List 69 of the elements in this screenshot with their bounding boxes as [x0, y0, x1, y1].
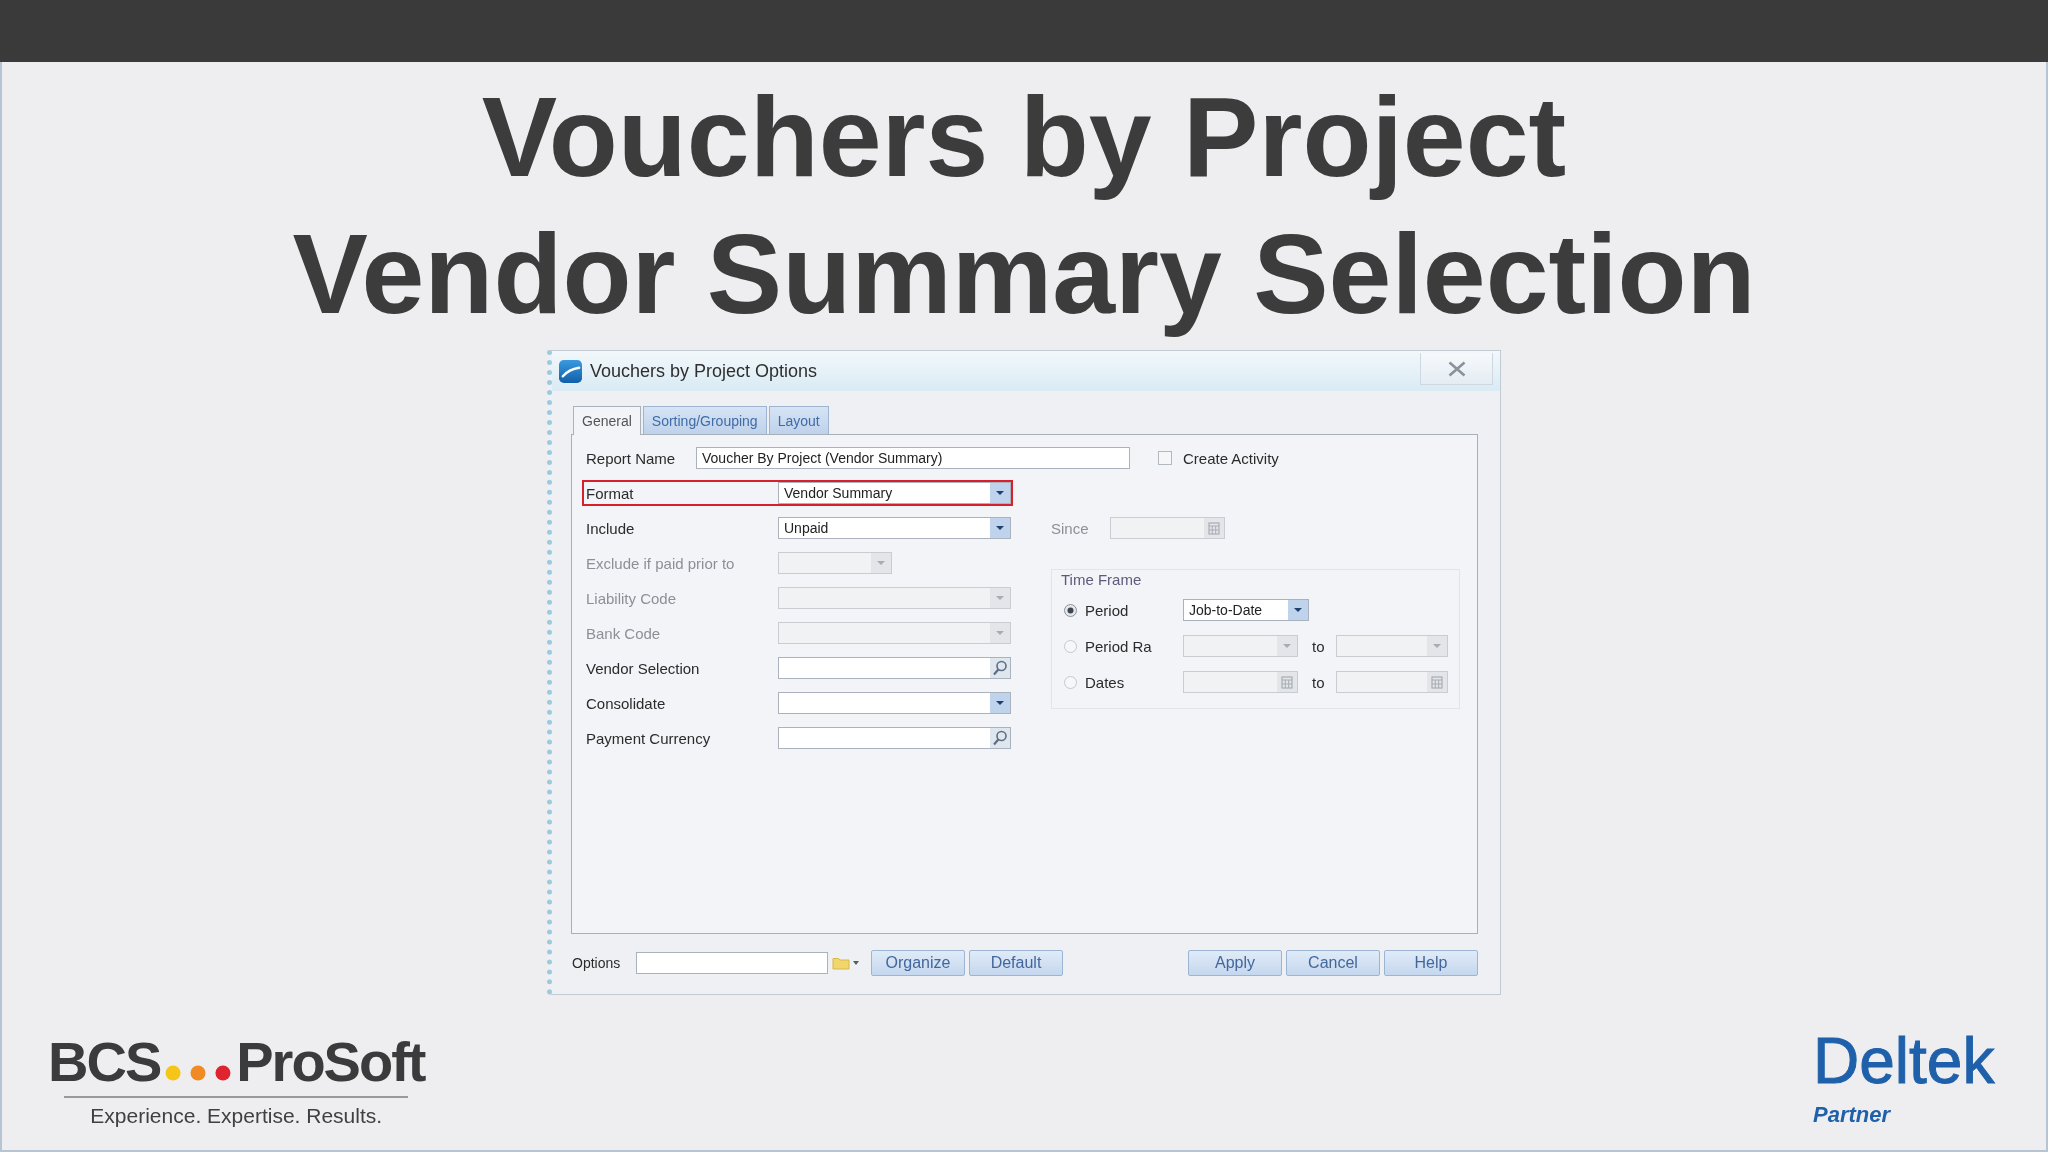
tab[interactable]: General: [573, 406, 641, 435]
caret-icon: [990, 588, 1010, 608]
options-field[interactable]: [636, 952, 828, 974]
field-label: Format: [586, 484, 635, 502]
caret-icon: [990, 518, 1010, 538]
radio-button[interactable]: [1064, 675, 1077, 689]
calendar-icon: [1277, 672, 1297, 692]
tab[interactable]: Layout: [768, 406, 829, 435]
dialog-button[interactable]: Organize: [871, 950, 965, 976]
calendar-icon: [1427, 672, 1447, 692]
dropdown[interactable]: Unpaid: [778, 517, 1011, 539]
logo-tagline: Partner: [1813, 1102, 1891, 1128]
field-label: Options: [571, 955, 622, 971]
logo-text: BCS: [48, 1030, 161, 1094]
app-icon: [559, 359, 582, 383]
dialog-button[interactable]: Default: [969, 950, 1063, 976]
dots-icon: [165, 1065, 232, 1081]
range-separator: to: [1311, 673, 1326, 691]
close-icon: [1447, 360, 1466, 377]
group-title: Time Frame: [1061, 570, 1143, 589]
field-label: Liability Code: [586, 589, 678, 607]
dropdown[interactable]: Vendor Summary: [778, 482, 1011, 504]
window-title: Vouchers by Project Options: [590, 360, 818, 382]
lookup-field[interactable]: [778, 727, 1011, 749]
field-label: Include: [586, 519, 636, 537]
radio-label: Period Ra: [1085, 637, 1153, 655]
caret-icon: [1288, 600, 1308, 620]
date-field[interactable]: [1336, 671, 1448, 693]
checkbox-label: Create Activity: [1183, 449, 1279, 467]
checkbox[interactable]: [1158, 451, 1172, 465]
radio-button[interactable]: [1064, 639, 1077, 653]
dialog-button[interactable]: Cancel: [1286, 950, 1380, 976]
caret-icon: [1277, 636, 1297, 656]
calendar-icon: [1204, 518, 1224, 538]
logo-tagline: Experience. Expertise. Results.: [90, 1104, 383, 1128]
field-label: Exclude if paid prior to: [586, 554, 736, 572]
caret-icon: [990, 623, 1010, 643]
field-label: Vendor Selection: [586, 659, 701, 677]
text-field[interactable]: Voucher By Project (Vendor Summary): [696, 447, 1130, 469]
radio-label: Period: [1085, 601, 1130, 619]
search-icon: [990, 728, 1010, 748]
caret-icon[interactable]: [853, 961, 859, 965]
range-separator: to: [1311, 637, 1326, 655]
dropdown[interactable]: [1183, 635, 1298, 657]
dialog-button[interactable]: Help: [1384, 950, 1478, 976]
field-label: Consolidate: [586, 694, 667, 712]
tab[interactable]: Sorting/Grouping: [642, 406, 767, 435]
search-icon: [990, 658, 1010, 678]
slide-title: Vouchers by Project: [481, 73, 1567, 202]
slide-title: Vendor Summary Selection: [292, 210, 1756, 339]
caret-icon: [871, 553, 891, 573]
dropdown[interactable]: [778, 692, 1011, 714]
field-label: Bank Code: [586, 624, 662, 642]
radio-button[interactable]: [1064, 603, 1077, 617]
caret-icon: [990, 483, 1010, 503]
caret-icon: [990, 693, 1010, 713]
date-field[interactable]: [1183, 671, 1298, 693]
dropdown[interactable]: [1336, 635, 1448, 657]
dialog-button[interactable]: Apply: [1188, 950, 1282, 976]
logo-text: Deltek: [1813, 1028, 1995, 1094]
field-label: Since: [1051, 519, 1090, 537]
field-label: Report Name: [586, 449, 677, 467]
logo-text: ProSoft: [236, 1030, 425, 1094]
lookup-field[interactable]: [778, 657, 1011, 679]
dropdown[interactable]: Job-to-Date: [1183, 599, 1309, 621]
caret-icon: [1427, 636, 1447, 656]
field-label: Payment Currency: [586, 729, 712, 747]
close-button[interactable]: [1420, 353, 1493, 385]
radio-label: Dates: [1085, 673, 1126, 691]
